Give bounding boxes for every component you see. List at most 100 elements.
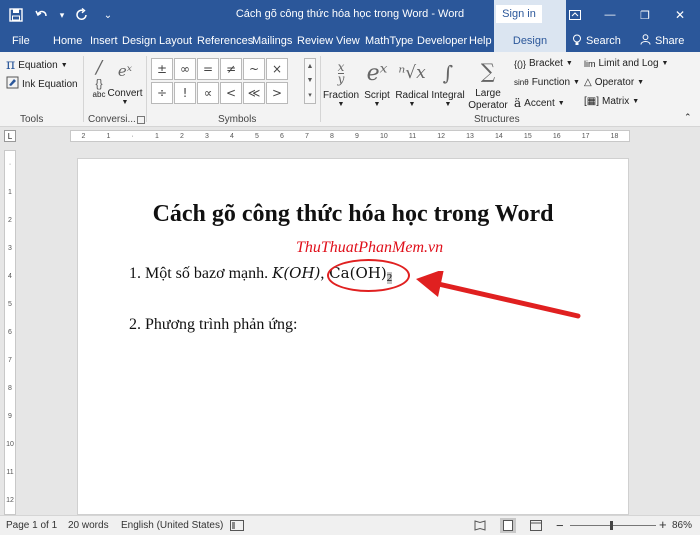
- ruler-area: L 2 1 · 1 2 3 4 5 6 7 8 9 10 11 12 13 14 15 16 17 18: [0, 127, 700, 145]
- integral-icon: ∫: [442, 61, 454, 85]
- symbol-greater-than[interactable]: >: [266, 82, 288, 104]
- large-operator-label: Large Operator: [468, 88, 508, 111]
- document-heading: Cách gõ công thức hóa học trong Word: [152, 201, 554, 227]
- sign-in-button[interactable]: Sign in: [496, 5, 542, 23]
- accent-button[interactable]: ä Accent ▼: [514, 96, 565, 110]
- tab-file[interactable]: File: [12, 30, 30, 52]
- word-count[interactable]: 20 words: [68, 520, 109, 531]
- braces-icon: {}: [95, 78, 103, 90]
- function-button[interactable]: sinθ Function ▼: [514, 77, 580, 88]
- matrix-icon: [▦]: [584, 96, 600, 107]
- chevron-up-icon: ▲: [306, 62, 314, 70]
- tab-insert[interactable]: Insert: [90, 30, 118, 52]
- search-box[interactable]: Search: [572, 30, 621, 52]
- zoom-slider[interactable]: [570, 521, 656, 530]
- document-page[interactable]: Cách gõ công thức hóa học trong Word Thu…: [77, 158, 629, 515]
- tab-references[interactable]: References: [197, 30, 253, 52]
- radical-button[interactable]: ⁿ√x Radical ▼: [394, 56, 430, 108]
- zoom-slider-thumb[interactable]: [610, 521, 613, 530]
- web-layout-icon[interactable]: [530, 520, 542, 534]
- vertical-ruler[interactable]: · 1 2 3 4 5 6 7 8 9 10 11 12: [4, 150, 16, 515]
- chevron-down-icon: ▼: [637, 79, 645, 86]
- conversions-group-label: Conversi...: [88, 114, 136, 125]
- paragraph-2: 2. Phương trình phản ứng:: [129, 316, 298, 333]
- zoom-in-button[interactable]: +: [659, 517, 667, 532]
- chevron-down-icon: ▼: [444, 101, 452, 108]
- zoom-level[interactable]: 86%: [672, 520, 692, 531]
- dialog-launcher-icon[interactable]: [137, 116, 145, 124]
- fraction-button[interactable]: xy Fraction ▼: [322, 56, 360, 109]
- chevron-down-icon: ▼: [557, 99, 565, 107]
- function-label: Function: [531, 77, 571, 88]
- symbol-plus-minus[interactable]: ±: [151, 58, 173, 80]
- macro-record-icon[interactable]: [230, 520, 244, 534]
- ruler-mark: 6: [8, 328, 12, 336]
- read-mode-icon[interactable]: [474, 520, 486, 534]
- ruler-mark: 11: [408, 132, 417, 140]
- symbol-equals[interactable]: =: [197, 58, 219, 80]
- language-indicator[interactable]: English (United States): [121, 520, 223, 531]
- ruler-mark: 3: [8, 245, 12, 253]
- tab-design[interactable]: Design: [122, 30, 156, 52]
- tab-selector[interactable]: L: [4, 130, 16, 142]
- ruler-mark: ·: [8, 161, 12, 169]
- ruler-mark: 6: [279, 132, 284, 140]
- matrix-label: Matrix: [602, 96, 630, 107]
- symbol-infinity[interactable]: ∞: [174, 58, 196, 80]
- minimize-button[interactable]: —: [590, 0, 630, 30]
- equation-koh[interactable]: K(OH): [272, 264, 320, 282]
- chevron-down-icon: ▼: [632, 98, 640, 105]
- limit-icon: lim: [584, 58, 596, 69]
- symbol-tilde[interactable]: ~: [243, 58, 265, 80]
- zoom-out-button[interactable]: −: [556, 518, 564, 533]
- restore-button[interactable]: ❐: [625, 0, 665, 30]
- fraction-icon: xy: [337, 59, 345, 86]
- tab-mailings[interactable]: Mailings: [252, 30, 292, 52]
- collapse-ribbon-icon[interactable]: ⌃: [684, 112, 692, 123]
- symbol-much-less[interactable]: ≪: [243, 82, 265, 104]
- ink-equation-button[interactable]: Ink Equation: [6, 76, 78, 92]
- tab-help[interactable]: Help: [469, 30, 492, 52]
- large-operator-button[interactable]: ∑ Large Operator: [466, 54, 510, 112]
- tab-developer[interactable]: Developer: [417, 30, 467, 52]
- equation-button[interactable]: π Equation ▼: [6, 57, 68, 73]
- integral-button[interactable]: ∫ Integral ▼: [430, 56, 466, 108]
- symbol-times[interactable]: ×: [266, 58, 288, 80]
- symbol-factorial[interactable]: !: [174, 82, 196, 104]
- ruler-mark: 5: [8, 301, 12, 309]
- chevron-down-icon: ▼: [565, 60, 573, 67]
- tab-equation-design[interactable]: Design: [494, 30, 566, 52]
- tab-mathtype[interactable]: MathType: [365, 30, 413, 52]
- tab-review[interactable]: Review: [297, 30, 333, 52]
- operator-button[interactable]: △ Operator ▼: [584, 77, 644, 88]
- close-button[interactable]: ✕: [660, 0, 700, 30]
- horizontal-ruler[interactable]: 2 1 · 1 2 3 4 5 6 7 8 9 10 11 12 13 14 15 16 17 18: [70, 130, 630, 142]
- tab-view[interactable]: View: [336, 30, 360, 52]
- symbols-scroll[interactable]: ▲ ▼ ▾: [304, 58, 316, 104]
- ruler-mark: 9: [354, 132, 359, 140]
- script-label: Script: [364, 90, 390, 101]
- script-button[interactable]: eˣ Script ▼: [360, 56, 394, 109]
- convert-label: Convert: [107, 88, 143, 99]
- share-button[interactable]: Share: [640, 30, 684, 52]
- pi-icon: π: [6, 57, 16, 73]
- symbol-divide[interactable]: ÷: [151, 82, 173, 104]
- ribbon-display-options-icon[interactable]: [555, 0, 595, 30]
- matrix-button[interactable]: [▦] Matrix ▼: [584, 96, 639, 107]
- convert-button[interactable]: eˣ Convert ▼: [107, 54, 143, 106]
- ruler-mark: 7: [8, 356, 12, 364]
- ribbon-panel: π Equation ▼ Ink Equation Tools / {} abc…: [0, 52, 700, 127]
- symbol-not-equal[interactable]: ≠: [220, 58, 242, 80]
- symbol-less-than[interactable]: <: [220, 82, 242, 104]
- ruler-mark: 1: [106, 132, 111, 140]
- tab-home[interactable]: Home: [53, 30, 82, 52]
- symbol-proportional[interactable]: ∝: [197, 82, 219, 104]
- limit-log-button[interactable]: lim Limit and Log ▼: [584, 58, 668, 69]
- sigma-icon: ∑: [480, 59, 496, 83]
- print-layout-icon[interactable]: [500, 518, 516, 533]
- page-count[interactable]: Page 1 of 1: [6, 520, 57, 531]
- tab-layout[interactable]: Layout: [159, 30, 192, 52]
- bracket-button[interactable]: {()} Bracket ▼: [514, 58, 573, 69]
- accent-icon: ä: [514, 96, 522, 110]
- share-label: Share: [655, 35, 685, 47]
